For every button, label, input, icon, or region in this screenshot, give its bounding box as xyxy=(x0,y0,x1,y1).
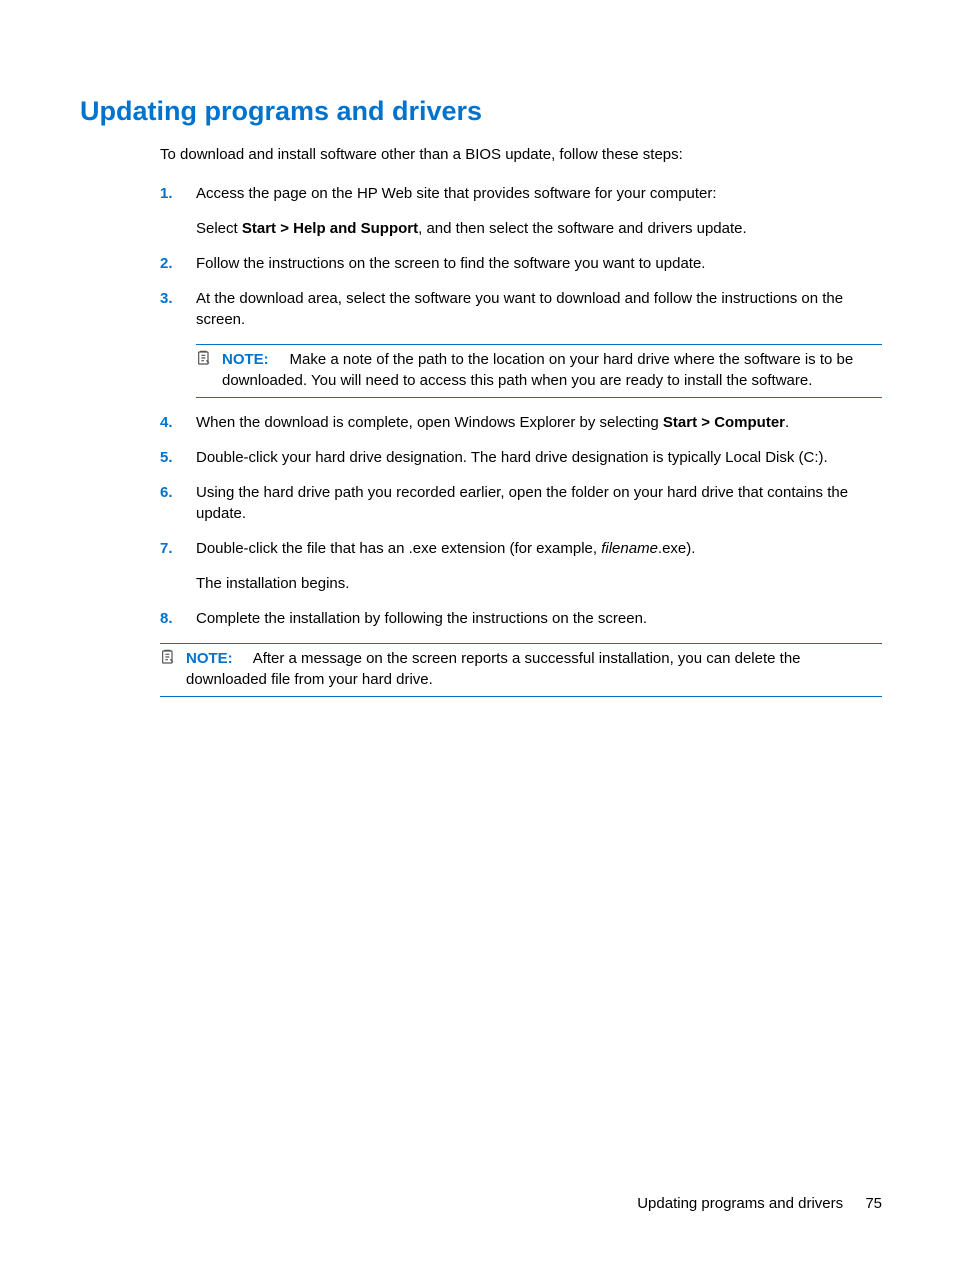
page-number: 75 xyxy=(865,1195,882,1212)
note-icon xyxy=(196,349,222,391)
note-label: NOTE: xyxy=(222,351,269,368)
step-4: 4. When the download is complete, open W… xyxy=(160,412,882,433)
note-content: NOTE: After a message on the screen repo… xyxy=(186,648,882,690)
step-7: 7. Double-click the file that has an .ex… xyxy=(160,538,882,594)
page-heading: Updating programs and drivers xyxy=(80,96,882,127)
step-2: 2. Follow the instructions on the screen… xyxy=(160,253,882,274)
step-text: When the download is complete, open Wind… xyxy=(196,412,882,433)
intro-text: To download and install software other t… xyxy=(160,145,882,165)
step-text: Using the hard drive path you recorded e… xyxy=(196,482,882,524)
step-body: Double-click the file that has an .exe e… xyxy=(196,538,882,594)
step-body: At the download area, select the softwar… xyxy=(196,288,882,330)
note-callout: NOTE: After a message on the screen repo… xyxy=(160,643,882,697)
step-number: 1. xyxy=(160,183,196,239)
note-icon xyxy=(160,648,186,690)
step-body: Double-click your hard drive designation… xyxy=(196,447,882,468)
note-callout: NOTE: Make a note of the path to the loc… xyxy=(196,344,882,398)
step-number: 8. xyxy=(160,608,196,629)
step-number: 5. xyxy=(160,447,196,468)
step-number: 7. xyxy=(160,538,196,594)
step-text: Select Start > Help and Support, and the… xyxy=(196,218,882,239)
note-content: NOTE: Make a note of the path to the loc… xyxy=(222,349,882,391)
page-content: Updating programs and drivers To downloa… xyxy=(0,0,954,697)
note-label: NOTE: xyxy=(186,650,233,667)
step-number: 3. xyxy=(160,288,196,330)
step-body: When the download is complete, open Wind… xyxy=(196,412,882,433)
step-body: Complete the installation by following t… xyxy=(196,608,882,629)
step-text: Double-click the file that has an .exe e… xyxy=(196,538,882,559)
step-5: 5. Double-click your hard drive designat… xyxy=(160,447,882,468)
step-body: Access the page on the HP Web site that … xyxy=(196,183,882,239)
step-1: 1. Access the page on the HP Web site th… xyxy=(160,183,882,239)
footer-title: Updating programs and drivers xyxy=(637,1195,843,1212)
step-text: Access the page on the HP Web site that … xyxy=(196,183,882,204)
step-body: Follow the instructions on the screen to… xyxy=(196,253,882,274)
step-number: 2. xyxy=(160,253,196,274)
page-footer: Updating programs and drivers 75 xyxy=(637,1195,882,1212)
step-text: Double-click your hard drive designation… xyxy=(196,447,882,468)
note-text: Make a note of the path to the location … xyxy=(222,351,853,389)
step-text: At the download area, select the softwar… xyxy=(196,288,882,330)
step-8: 8. Complete the installation by followin… xyxy=(160,608,882,629)
step-text: The installation begins. xyxy=(196,573,882,594)
step-6: 6. Using the hard drive path you recorde… xyxy=(160,482,882,524)
steps-list-continued: 4. When the download is complete, open W… xyxy=(160,412,882,629)
step-text: Follow the instructions on the screen to… xyxy=(196,253,882,274)
step-3: 3. At the download area, select the soft… xyxy=(160,288,882,330)
note-text: After a message on the screen reports a … xyxy=(186,650,801,688)
step-number: 6. xyxy=(160,482,196,524)
step-body: Using the hard drive path you recorded e… xyxy=(196,482,882,524)
steps-list: 1. Access the page on the HP Web site th… xyxy=(160,183,882,330)
step-text: Complete the installation by following t… xyxy=(196,608,882,629)
step-number: 4. xyxy=(160,412,196,433)
